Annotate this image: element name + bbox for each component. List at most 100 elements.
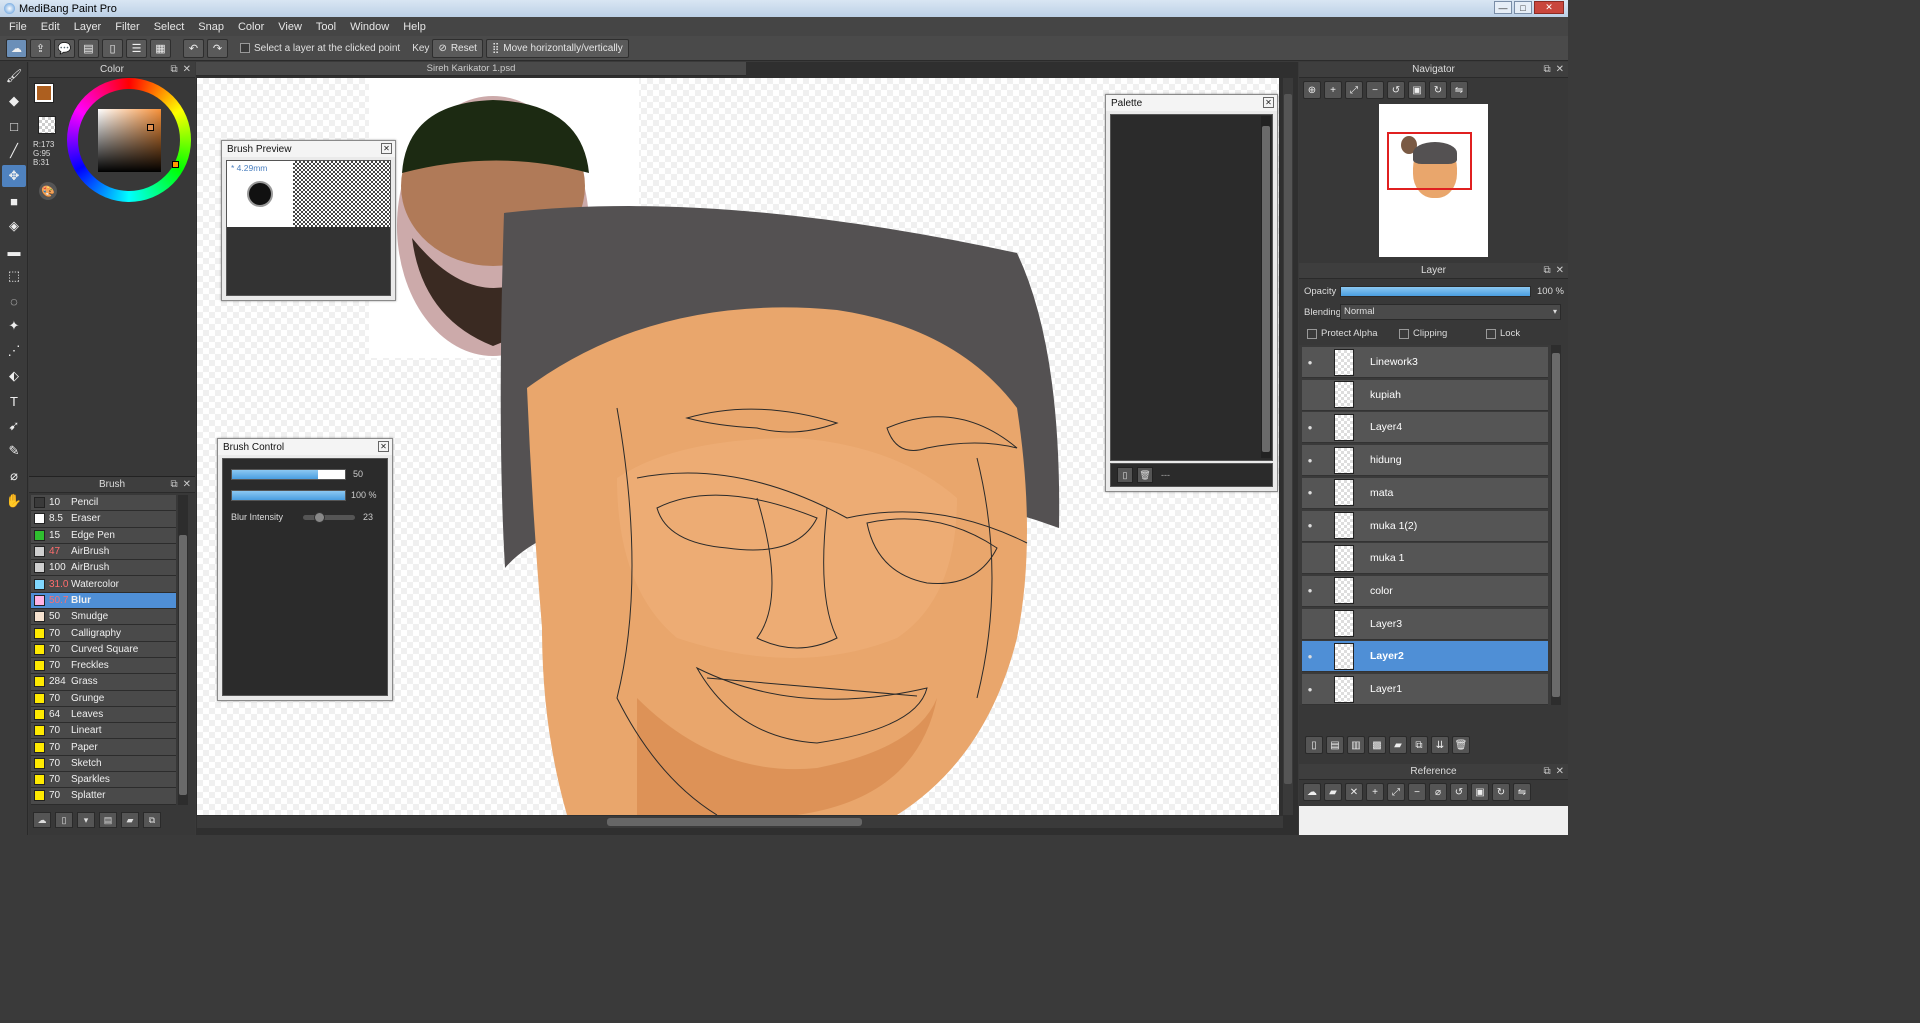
close-icon[interactable]: ✕: [378, 441, 389, 452]
lock-checkbox[interactable]: [1486, 328, 1496, 339]
brush-tool-icon[interactable]: 🖌: [2, 65, 26, 87]
reference-actual-size-icon[interactable]: ▣: [1471, 783, 1489, 801]
menu-edit[interactable]: Edit: [34, 21, 67, 33]
share-icon[interactable]: ⇪: [30, 38, 51, 58]
reference-zoom-in-icon[interactable]: +: [1366, 783, 1384, 801]
visibility-eye-icon[interactable]: ●: [1302, 488, 1318, 497]
brush-item[interactable]: 8.5 Eraser: [31, 511, 176, 528]
brush-item[interactable]: 64 Leaves: [31, 706, 176, 724]
layer-row[interactable]: ● Layer1: [1302, 674, 1548, 705]
lasso-tool-icon[interactable]: ◌: [2, 290, 26, 312]
add-brush-icon[interactable]: ▾: [77, 812, 95, 828]
blending-select[interactable]: Normal ▾: [1340, 304, 1561, 320]
blur-intensity-knob[interactable]: [313, 512, 325, 523]
select-rect-tool-icon[interactable]: ⬚: [2, 265, 26, 287]
close-icon[interactable]: ✕: [1556, 64, 1564, 75]
close-icon[interactable]: ✕: [381, 143, 392, 154]
navigator-thumbnail[interactable]: [1379, 104, 1488, 257]
reference-close-icon[interactable]: ✕: [1345, 783, 1363, 801]
reference-flip-icon[interactable]: ⇋: [1513, 783, 1531, 801]
protect-alpha-option[interactable]: Protect Alpha: [1307, 328, 1399, 339]
rotate-right-icon[interactable]: ↻: [1429, 81, 1447, 99]
flip-icon[interactable]: ⇋: [1450, 81, 1468, 99]
eyedropper-tool-icon[interactable]: ⌀: [2, 465, 26, 487]
brush-item[interactable]: 70 Sketch: [31, 755, 176, 773]
reset-button[interactable]: ⊘ Reset: [432, 38, 483, 58]
reference-rotate-right-icon[interactable]: ↻: [1492, 783, 1510, 801]
fill-rect-tool-icon[interactable]: ■: [2, 190, 26, 212]
color-settings-icon[interactable]: 🎨: [39, 182, 57, 200]
undock-icon[interactable]: ⧉: [1543, 64, 1550, 75]
menu-select[interactable]: Select: [147, 21, 192, 33]
visibility-eye-icon[interactable]: ●: [1302, 652, 1318, 661]
divide-tool-icon[interactable]: ✎: [2, 440, 26, 462]
color-picker-handle[interactable]: [147, 124, 154, 131]
clipping-option[interactable]: Clipping: [1399, 328, 1486, 339]
page-list-icon[interactable]: ☰: [126, 38, 147, 58]
reference-open-icon[interactable]: ▰: [1324, 783, 1342, 801]
reference-rotate-left-icon[interactable]: ↺: [1450, 783, 1468, 801]
brush-folder-icon[interactable]: ▰: [121, 812, 139, 828]
undo-icon[interactable]: ↶: [183, 38, 204, 58]
visibility-eye-icon[interactable]: ●: [1302, 456, 1318, 465]
magic-wand-tool-icon[interactable]: ✦: [2, 315, 26, 337]
menu-help[interactable]: Help: [396, 21, 433, 33]
layer-row[interactable]: ● Layer4: [1302, 412, 1548, 444]
duplicate-brush-icon[interactable]: ⧉: [143, 812, 161, 828]
primary-color-swatch[interactable]: [34, 83, 54, 103]
brush-opacity-slider[interactable]: [231, 490, 346, 501]
menu-window[interactable]: Window: [343, 21, 396, 33]
line-tool-icon[interactable]: ╱: [2, 140, 26, 162]
grid-icon[interactable]: ▦: [150, 38, 171, 58]
visibility-eye-icon[interactable]: ●: [1302, 586, 1318, 595]
close-icon[interactable]: ✕: [183, 64, 191, 75]
palette-scrollbar[interactable]: [1261, 116, 1271, 458]
reference-eyedropper-icon[interactable]: ⌀: [1429, 783, 1447, 801]
gradient-tool-icon[interactable]: ▬: [2, 240, 26, 262]
message-icon[interactable]: ▤: [78, 38, 99, 58]
operation-tool-icon[interactable]: ➹: [2, 415, 26, 437]
brush-item[interactable]: 70 Splatter: [31, 788, 176, 805]
document-tab[interactable]: Sireh Karikator 1.psd: [196, 62, 746, 76]
layer-row[interactable]: kupiah: [1302, 379, 1548, 411]
menu-layer[interactable]: Layer: [67, 21, 109, 33]
saturation-value-square[interactable]: [98, 109, 161, 172]
undock-icon[interactable]: ⧉: [170, 479, 177, 490]
new-halftone-layer-icon[interactable]: ▤: [1326, 736, 1344, 754]
brush-properties-icon[interactable]: ▤: [99, 812, 117, 828]
brush-item[interactable]: 70 Paper: [31, 739, 176, 756]
delete-palette-icon[interactable]: 🗑: [1137, 467, 1153, 483]
navigator-viewport-rect[interactable]: [1387, 132, 1472, 190]
close-icon[interactable]: ✕: [183, 479, 191, 490]
menu-color[interactable]: Color: [231, 21, 271, 33]
close-icon[interactable]: ✕: [1556, 265, 1564, 276]
zoom-in-icon[interactable]: +: [1324, 81, 1342, 99]
page-icon[interactable]: ▯: [102, 38, 123, 58]
undock-icon[interactable]: ⧉: [1543, 265, 1550, 276]
new-folder-icon[interactable]: ▰: [1389, 736, 1407, 754]
delete-layer-icon[interactable]: 🗑: [1452, 736, 1470, 754]
reference-fit-icon[interactable]: ⤢: [1387, 783, 1405, 801]
brush-item[interactable]: 70 Curved Square: [31, 641, 176, 658]
brush-item[interactable]: 70 Grunge: [31, 690, 176, 707]
visibility-eye-icon[interactable]: ●: [1302, 358, 1318, 367]
duplicate-layer-icon[interactable]: ⧉: [1410, 736, 1428, 754]
new-palette-icon[interactable]: ▯: [1117, 467, 1133, 483]
maximize-button[interactable]: □: [1514, 1, 1532, 14]
brush-item[interactable]: 50 Smudge: [31, 609, 176, 626]
brush-item[interactable]: 10 Pencil: [31, 495, 176, 512]
zoom-out-icon[interactable]: −: [1366, 81, 1384, 99]
redo-icon[interactable]: ↷: [207, 38, 228, 58]
brush-item[interactable]: 50.7 Blur: [31, 592, 176, 610]
fit-window-icon[interactable]: ⤢: [1345, 81, 1363, 99]
layer-opacity-slider[interactable]: [1340, 286, 1531, 297]
menu-tool[interactable]: Tool: [309, 21, 343, 33]
canvas-vertical-scrollbar[interactable]: [1283, 78, 1293, 815]
hue-handle[interactable]: [172, 161, 179, 168]
lock-option[interactable]: Lock: [1486, 328, 1520, 339]
move-tool-icon[interactable]: ✥: [2, 165, 26, 187]
brush-item[interactable]: 47 AirBrush: [31, 543, 176, 561]
brush-item[interactable]: 70 Sparkles: [31, 772, 176, 789]
select-pen-tool-icon[interactable]: ⋰: [2, 340, 26, 362]
shape-tool-icon[interactable]: □: [2, 115, 26, 137]
